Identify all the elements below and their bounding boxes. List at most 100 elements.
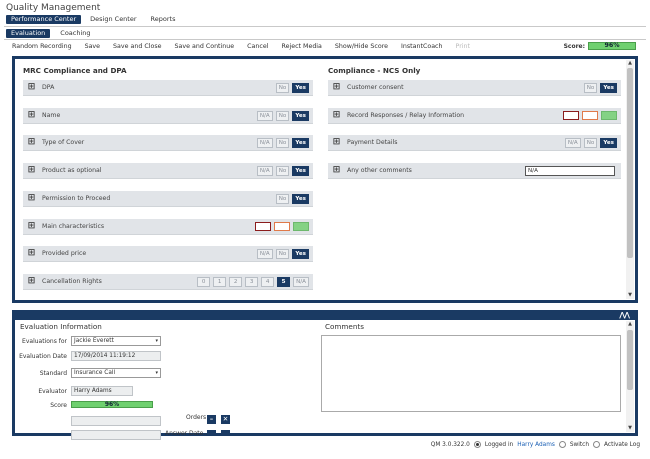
option-n-a-button[interactable]: N/A <box>256 249 273 260</box>
expand-icon[interactable]: ⊞ <box>27 193 36 203</box>
scrollbar-thumb[interactable] <box>627 68 633 258</box>
activate-log-radio[interactable] <box>593 441 601 448</box>
answer-options: No Yes <box>275 83 309 93</box>
orders-sub-field[interactable] <box>71 430 161 440</box>
divider <box>4 39 646 40</box>
orders-field[interactable] <box>71 416 161 426</box>
question-row-product-as-optional: ⊞ Product as optional N/A No Yes <box>23 163 313 180</box>
evaluations-for-select[interactable]: Jackie Everett ▾ <box>71 336 161 346</box>
option-0-button[interactable]: 0 <box>197 276 211 287</box>
top-nav: Performance Center Design Center Reports <box>6 15 180 24</box>
option-n-a-button[interactable]: N/A <box>293 276 309 287</box>
evaluation-date-field: 17/09/2014 11:19:12 <box>71 351 161 361</box>
option-yes-button[interactable]: Yes <box>292 138 309 149</box>
save-and-continue-button[interactable]: Save and Continue <box>175 43 235 50</box>
option-4-button[interactable]: 4 <box>261 276 275 287</box>
pass-box[interactable] <box>601 110 617 120</box>
option-3-button[interactable]: 3 <box>245 276 259 287</box>
tab-reports[interactable]: Reports <box>146 15 181 24</box>
option-no-button[interactable]: No <box>275 138 290 149</box>
option-n-a-button[interactable]: N/A <box>256 166 273 177</box>
option-5-button[interactable]: 5 <box>277 276 291 287</box>
expand-icon[interactable]: ⊞ <box>332 110 341 120</box>
collapse-icon[interactable]: ⋀⋀ <box>619 311 630 319</box>
expand-icon[interactable]: ⊞ <box>332 166 341 175</box>
minimize-icon[interactable] <box>207 430 216 436</box>
option-no-button[interactable]: No <box>275 193 290 204</box>
scroll-down-icon[interactable]: ▼ <box>626 292 634 299</box>
option-yes-button[interactable]: Yes <box>292 83 309 93</box>
logged-in-radio[interactable] <box>473 441 481 448</box>
option-no-button[interactable]: No <box>583 83 598 93</box>
expand-icon[interactable]: ⊞ <box>27 83 36 92</box>
tab-performance-center[interactable]: Performance Center <box>6 15 82 24</box>
score-label: Score <box>50 402 67 409</box>
option-yes-button[interactable]: Yes <box>292 166 309 177</box>
expand-icon[interactable]: ⊞ <box>27 138 36 147</box>
option-no-button[interactable]: No <box>275 249 290 260</box>
scroll-up-icon[interactable]: ▲ <box>626 60 634 67</box>
scroll-down-icon[interactable]: ▼ <box>626 425 634 432</box>
option-2-button[interactable]: 2 <box>229 276 243 287</box>
instantcoach-button[interactable]: InstantCoach <box>401 43 442 50</box>
option-n-a-button[interactable]: N/A <box>256 110 273 121</box>
expand-icon[interactable]: ⊞ <box>332 83 341 92</box>
scrollbar-thumb[interactable] <box>627 330 633 390</box>
answer-options: N/A No Yes <box>564 138 617 149</box>
cancel-button[interactable]: Cancel <box>247 43 268 50</box>
user-link[interactable]: Harry Adams <box>517 442 555 448</box>
close-icon[interactable] <box>221 430 230 436</box>
option-no-button[interactable]: No <box>275 110 290 121</box>
expand-icon[interactable]: ⊞ <box>27 249 36 258</box>
close-icon[interactable]: ✕ <box>221 415 230 424</box>
eval-info-title: Evaluation Information <box>20 322 102 331</box>
expand-icon[interactable]: ⊞ <box>27 166 36 175</box>
expand-icon[interactable]: ⊞ <box>27 221 36 231</box>
show-hide-score-button[interactable]: Show/Hide Score <box>335 43 388 50</box>
evaluation-form-panel: MRC Compliance and DPA Compliance - NCS … <box>12 56 638 303</box>
tab-design-center[interactable]: Design Center <box>85 15 141 24</box>
question-row-permission-to-proceed: ⊞ Permission to Proceed No Yes <box>23 190 313 207</box>
tab-evaluation[interactable]: Evaluation <box>6 29 51 38</box>
option-no-button[interactable]: No <box>275 83 290 93</box>
expand-icon[interactable]: ⊞ <box>27 276 36 286</box>
option-1-button[interactable]: 1 <box>213 276 227 287</box>
option-no-button[interactable]: No <box>275 166 290 177</box>
option-n-a-button[interactable]: N/A <box>256 138 273 149</box>
scroll-up-icon[interactable]: ▲ <box>626 321 634 328</box>
answer-options: N/A No Yes <box>256 110 309 121</box>
option-yes-button[interactable]: Yes <box>292 110 309 121</box>
comments-input[interactable]: N/A <box>525 166 615 177</box>
option-no-button[interactable]: No <box>583 138 598 149</box>
reject-media-button[interactable]: Reject Media <box>281 43 321 50</box>
option-yes-button[interactable]: Yes <box>600 83 617 93</box>
option-yes-button[interactable]: Yes <box>292 193 309 204</box>
app-title: Quality Management <box>6 3 101 13</box>
minimize-icon[interactable]: – <box>207 415 216 424</box>
switch-radio[interactable] <box>558 441 566 448</box>
tab-coaching[interactable]: Coaching <box>55 29 95 38</box>
standard-select[interactable]: Insurance Call ▾ <box>71 368 161 378</box>
partial-box[interactable] <box>582 110 598 120</box>
option-yes-button[interactable]: Yes <box>292 249 309 260</box>
save-button[interactable]: Save <box>85 43 100 50</box>
comments-textarea[interactable] <box>321 335 621 412</box>
expand-icon[interactable]: ⊞ <box>332 138 341 147</box>
standard-label: Standard <box>39 370 67 377</box>
fail-box[interactable] <box>255 221 271 231</box>
option-yes-button[interactable]: Yes <box>600 138 617 149</box>
partial-box[interactable] <box>274 221 290 231</box>
evaluation-info-panel: ⋀⋀ Evaluation Information Comments Evalu… <box>12 310 638 440</box>
random-recording-button[interactable]: Random Recording <box>12 43 72 50</box>
pass-box[interactable] <box>293 221 309 231</box>
info-scrollbar[interactable]: ▲ ▼ <box>626 321 634 432</box>
question-label: Permission to Proceed <box>42 194 111 202</box>
fail-box[interactable] <box>563 110 579 120</box>
question-row-any-other-comments: ⊞ Any other comments N/A <box>328 163 621 180</box>
expand-icon[interactable]: ⊞ <box>27 110 36 120</box>
question-label: Type of Cover <box>42 139 85 147</box>
form-scrollbar[interactable]: ▲ ▼ <box>626 60 634 299</box>
option-n-a-button[interactable]: N/A <box>564 138 581 149</box>
save-and-close-button[interactable]: Save and Close <box>113 43 161 50</box>
section-title-ncs: Compliance - NCS Only <box>328 66 421 75</box>
